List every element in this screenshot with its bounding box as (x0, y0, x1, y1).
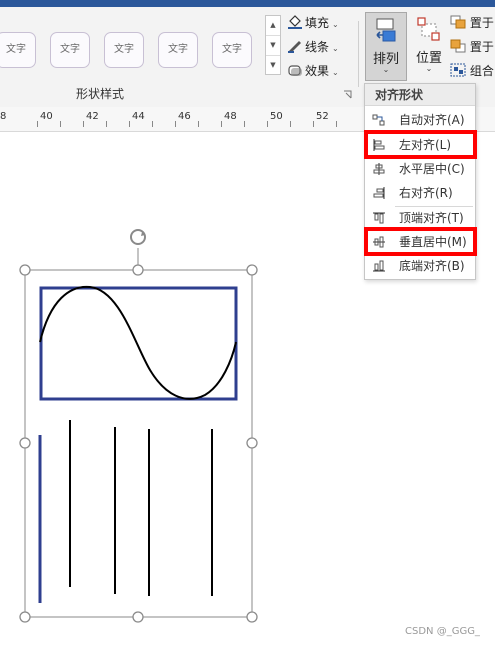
group-icon (450, 63, 466, 77)
selection-box[interactable] (24, 269, 253, 618)
send-backward-button[interactable]: 置于 (450, 37, 494, 57)
ruler-tick (175, 121, 176, 127)
ruler-tick (336, 121, 337, 127)
send-back-icon (450, 39, 466, 53)
auto-align-icon (372, 114, 385, 126)
ribbon-separator (358, 21, 359, 87)
group-button[interactable]: 组合 (450, 61, 494, 81)
ruler-tick (290, 121, 291, 127)
effects-icon (288, 65, 302, 76)
shape-style-swatch[interactable]: 文字 (104, 32, 144, 68)
resize-handle[interactable] (132, 264, 144, 276)
ruler-number: 50 (270, 111, 283, 122)
arrange-button[interactable]: 排列 ⌄ (365, 12, 407, 81)
rectangle-shape[interactable] (39, 286, 238, 401)
pen-line-icon (288, 41, 301, 53)
menu-item-label: 水平居中(C) (399, 162, 465, 176)
line-button[interactable]: 线条 ⌄ (287, 37, 339, 57)
fill-label: 填充 (305, 16, 330, 30)
shape-style-swatch[interactable]: 文字 (0, 32, 36, 68)
ruler-number: 8 (0, 111, 7, 122)
shape-style-swatch[interactable]: 文字 (50, 32, 90, 68)
group-label-shape-styles: 形状样式 (76, 87, 125, 101)
menu-item-auto-align[interactable]: 自动对齐(A) (365, 108, 475, 132)
resize-handle[interactable] (246, 264, 258, 276)
ruler-tick (37, 121, 38, 127)
menu-title: 对齐形状 (365, 84, 475, 106)
highlight-box-align-middle (364, 227, 477, 256)
shape-style-swatch[interactable]: 文字 (212, 32, 252, 68)
resize-handle[interactable] (132, 611, 144, 623)
ruler-tick (313, 121, 314, 127)
ruler-number: 42 (86, 111, 99, 122)
position-button[interactable]: 位置 ⌄ (410, 12, 448, 79)
line-label: 线条 (305, 40, 330, 54)
sine-wave-shape[interactable] (39, 285, 237, 400)
position-icon (417, 17, 440, 41)
ruler-tick (129, 121, 130, 127)
send-backward-label: 置于 (469, 40, 494, 54)
ruler-number: 44 (132, 111, 145, 122)
menu-item-label: 右对齐(R) (399, 186, 453, 200)
resize-handle[interactable] (246, 611, 258, 623)
dialog-launcher-icon[interactable] (343, 90, 352, 99)
menu-item-label: 底端对齐(B) (399, 259, 465, 273)
bring-forward-button[interactable]: 置于 (450, 13, 494, 33)
shape-style-swatch[interactable]: 文字 (158, 32, 198, 68)
resize-handle[interactable] (19, 437, 31, 449)
ruler-tick (267, 121, 268, 127)
bring-front-icon (450, 15, 466, 29)
gallery-scroll-down-button[interactable]: ▼ (266, 36, 280, 56)
resize-handle[interactable] (19, 264, 31, 276)
fill-button[interactable]: 填充 ⌄ (287, 13, 339, 33)
align-bottom-icon (373, 260, 385, 272)
fill-bucket-icon (288, 15, 302, 29)
menu-item-label: 自动对齐(A) (399, 113, 465, 127)
effects-label: 效果 (305, 64, 330, 78)
chevron-down-icon: ⌄ (382, 65, 390, 74)
effects-button[interactable]: 效果 ⌄ (287, 61, 339, 81)
group-label: 组合 (469, 64, 494, 78)
menu-item-align-bottom[interactable]: 底端对齐(B) (365, 254, 475, 278)
menu-item-align-center[interactable]: 水平居中(C) (365, 157, 475, 181)
align-right-icon (373, 187, 385, 199)
ruler-tick (152, 121, 153, 127)
chevron-down-icon: ⌄ (425, 64, 433, 73)
bring-forward-label: 置于 (469, 16, 494, 30)
ruler-number: 52 (316, 111, 329, 122)
ruler-tick (83, 121, 84, 127)
ruler-tick (106, 121, 107, 127)
align-top-icon (373, 212, 385, 224)
ruler-number: 46 (178, 111, 191, 122)
align-center-icon (373, 163, 385, 175)
gallery-scroll-up-button[interactable]: ▲ (266, 16, 280, 36)
chevron-down-icon: ⌄ (332, 20, 339, 29)
shape-style-gallery: 文字 文字 文字 文字 文字 (0, 22, 260, 78)
chevron-down-icon: ⌄ (332, 44, 339, 53)
chevron-down-icon: ⌄ (332, 68, 339, 77)
rotate-handle-icon[interactable] (130, 229, 146, 245)
ruler-number: 48 (224, 111, 237, 122)
ruler-tick (221, 121, 222, 127)
ruler-tick (244, 121, 245, 127)
ruler-number: 40 (40, 111, 53, 122)
watermark: CSDN @_GGG_ (405, 626, 480, 637)
ruler-tick (198, 121, 199, 127)
gallery-more-button[interactable]: ▼ (266, 56, 280, 75)
gallery-scroll: ▲ ▼ ▼ (265, 15, 281, 75)
resize-handle[interactable] (246, 437, 258, 449)
menu-item-align-right[interactable]: 右对齐(R) (365, 181, 475, 205)
highlight-box-align-left (364, 130, 477, 159)
ruler-tick (60, 121, 61, 127)
resize-handle[interactable] (19, 611, 31, 623)
arrange-icon (376, 18, 396, 42)
title-bar (0, 0, 495, 7)
